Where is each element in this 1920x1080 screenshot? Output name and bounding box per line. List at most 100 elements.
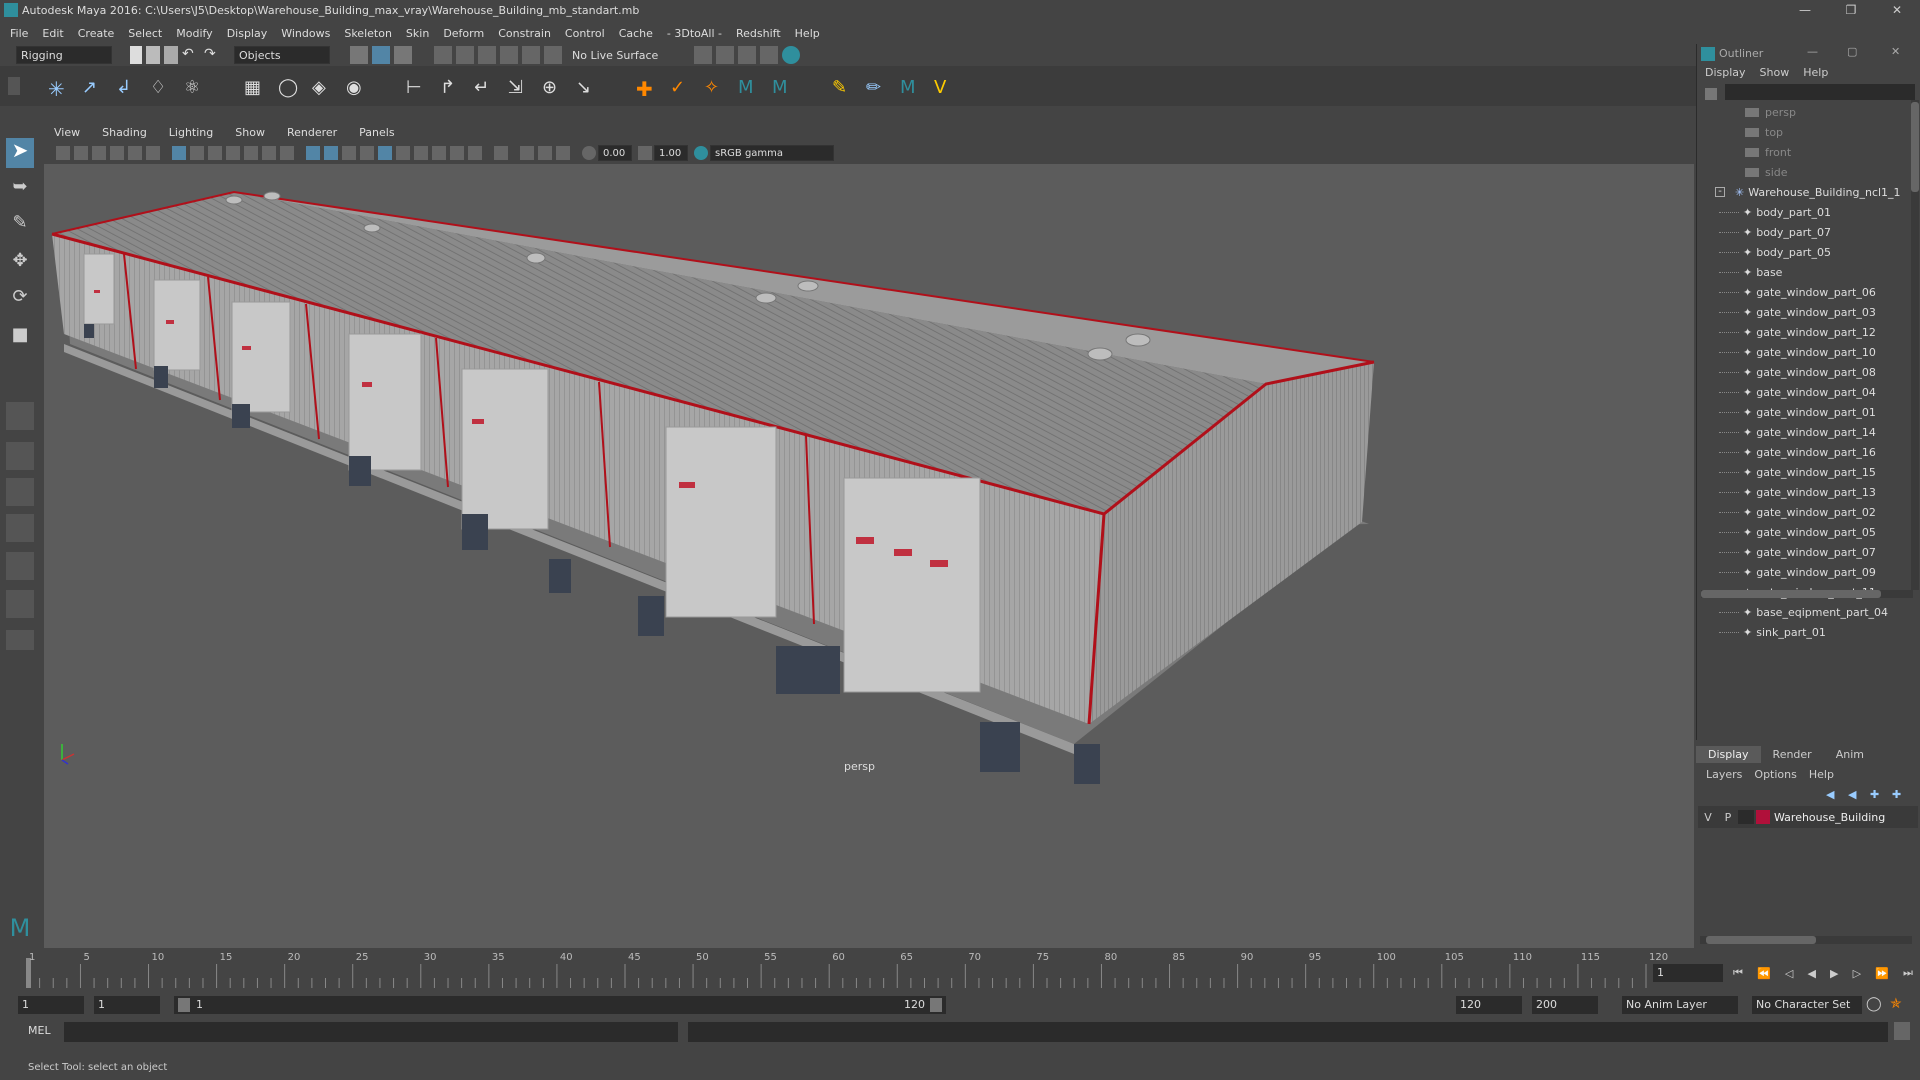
menu-cache[interactable]: Cache bbox=[619, 27, 653, 40]
vp-menu-renderer[interactable]: Renderer bbox=[287, 126, 337, 139]
range-end-handle[interactable] bbox=[930, 998, 942, 1012]
lattice-icon[interactable]: ▦ bbox=[244, 77, 262, 98]
time-slider[interactable]: 1 5 10 15 20 25 30 35 40 45 50 55 60 65 70 75 80 85 90 95 10… bbox=[0, 948, 1668, 992]
outliner-mesh-item[interactable]: ✦ gate_window_part_16 bbox=[1697, 442, 1907, 462]
anim-layer-dropdown[interactable]: No Anim Layer bbox=[1622, 996, 1738, 1014]
menu-windows[interactable]: Windows bbox=[281, 27, 330, 40]
outliner-menu-display[interactable]: Display bbox=[1705, 66, 1746, 79]
outliner-mesh-item[interactable]: ✦ body_part_07 bbox=[1697, 222, 1907, 242]
outliner-mesh-item[interactable]: ✦ gate_window_part_15 bbox=[1697, 462, 1907, 482]
menu-skeleton[interactable]: Skeleton bbox=[344, 27, 392, 40]
ik-spline-icon[interactable]: ↲ bbox=[116, 77, 134, 98]
mode-dropdown[interactable]: Rigging bbox=[16, 46, 112, 64]
playback-end-field[interactable]: 120 bbox=[1456, 996, 1522, 1014]
layout-more-icon[interactable] bbox=[6, 630, 34, 650]
snap-curve-icon[interactable] bbox=[456, 46, 474, 64]
step-forward-key-icon[interactable]: ⏩ bbox=[1875, 967, 1889, 980]
outliner-mesh-item[interactable]: ✦ gate_window_part_04 bbox=[1697, 382, 1907, 402]
camera-select-icon[interactable] bbox=[56, 146, 70, 160]
go-to-end-icon[interactable]: ⏭ bbox=[1903, 966, 1913, 980]
go-to-start-icon[interactable]: ⏮ bbox=[1733, 966, 1743, 980]
layout-outliner-icon[interactable] bbox=[6, 590, 34, 618]
step-back-key-icon[interactable]: ⏪ bbox=[1757, 967, 1771, 980]
maximize-icon[interactable]: ❐ bbox=[1828, 0, 1874, 20]
range-bar[interactable]: 1 120 bbox=[174, 996, 946, 1014]
render-view-icon[interactable] bbox=[760, 46, 779, 64]
bind-skin-icon[interactable]: ♢ bbox=[150, 77, 168, 98]
snap-magnet-icon[interactable] bbox=[544, 46, 562, 64]
outliner-menu-show[interactable]: Show bbox=[1760, 66, 1790, 79]
vp-menu-shading[interactable]: Shading bbox=[102, 126, 147, 139]
two-d-pan-icon[interactable] bbox=[128, 146, 142, 160]
anim-end-field[interactable]: 200 bbox=[1532, 996, 1598, 1014]
menu-create[interactable]: Create bbox=[78, 27, 115, 40]
outliner-maximize-icon[interactable]: ▢ bbox=[1847, 45, 1857, 58]
maya-m-icon[interactable]: M bbox=[738, 77, 756, 98]
layout-hypershade-icon[interactable] bbox=[6, 552, 34, 580]
layer-name[interactable]: Warehouse_Building bbox=[1774, 811, 1885, 824]
menu-deform[interactable]: Deform bbox=[443, 27, 484, 40]
smooth-bind-icon[interactable]: ⚛ bbox=[184, 77, 202, 98]
mel-label[interactable]: MEL bbox=[28, 1024, 51, 1037]
vp-menu-panels[interactable]: Panels bbox=[359, 126, 394, 139]
safe-action-icon[interactable] bbox=[262, 146, 276, 160]
snap-view-icon[interactable] bbox=[500, 46, 518, 64]
open-scene-icon[interactable] bbox=[146, 46, 160, 64]
resolution-gate-icon[interactable] bbox=[208, 146, 222, 160]
layer-playback-toggle[interactable]: P bbox=[1718, 811, 1738, 824]
outliner-menu-help[interactable]: Help bbox=[1803, 66, 1828, 79]
auto-key-icon[interactable]: ◯ bbox=[1866, 996, 1882, 1012]
layer-visibility-toggle[interactable]: V bbox=[1698, 811, 1718, 824]
default-material-icon[interactable] bbox=[342, 146, 356, 160]
parent-constraint-icon[interactable]: ⊕ bbox=[542, 77, 560, 98]
gate-mask-icon[interactable] bbox=[226, 146, 240, 160]
outliner-mesh-item[interactable]: ✦ body_part_05 bbox=[1697, 242, 1907, 262]
outliner-root-item[interactable]: - ✳ Warehouse_Building_ncl1_1 bbox=[1697, 182, 1907, 202]
render-settings-icon[interactable] bbox=[694, 46, 713, 64]
gamma-field[interactable]: 1.00 bbox=[654, 145, 688, 161]
mel-input[interactable] bbox=[64, 1022, 678, 1042]
menu-3dtoall[interactable]: - 3DtoAll - bbox=[667, 27, 722, 40]
ao-icon[interactable] bbox=[414, 146, 428, 160]
smooth-shade-icon[interactable] bbox=[324, 146, 338, 160]
sculpt-icon[interactable]: ◈ bbox=[312, 77, 330, 98]
layer-row[interactable]: V P Warehouse_Building bbox=[1698, 806, 1918, 828]
layout-graph-icon[interactable] bbox=[6, 514, 34, 542]
image-plane-icon[interactable] bbox=[110, 146, 124, 160]
menu-file[interactable]: File bbox=[10, 27, 28, 40]
cluster-icon[interactable]: ◯ bbox=[278, 77, 298, 98]
snap-point-icon[interactable] bbox=[478, 46, 496, 64]
play-backward-icon[interactable]: ◀ bbox=[1807, 967, 1815, 980]
color-management-icon[interactable] bbox=[694, 146, 708, 160]
motion-blur-icon[interactable] bbox=[432, 146, 446, 160]
wireframe-icon[interactable] bbox=[306, 146, 320, 160]
outliner-mesh-item[interactable]: ✦ gate_window_part_12 bbox=[1697, 322, 1907, 342]
xray-icon[interactable] bbox=[520, 146, 534, 160]
hik-icon[interactable]: ✓ bbox=[670, 77, 688, 98]
antialias-icon[interactable] bbox=[450, 146, 464, 160]
exposure-field[interactable]: 0.00 bbox=[598, 145, 632, 161]
anim-prefs-icon[interactable]: ✯ bbox=[1890, 996, 1902, 1012]
range-start-handle[interactable] bbox=[178, 998, 190, 1012]
outliner-hscrollbar[interactable] bbox=[1701, 590, 1913, 598]
shelf-menu-icon[interactable] bbox=[8, 77, 20, 95]
select-component-icon[interactable] bbox=[394, 46, 412, 64]
outliner-camera-item[interactable]: side bbox=[1697, 162, 1907, 182]
outliner-mesh-item[interactable]: ✦ sink_part_01 bbox=[1697, 622, 1907, 642]
anim-start-field[interactable]: 1 bbox=[18, 996, 84, 1014]
play-forward-icon[interactable]: ▶ bbox=[1830, 967, 1838, 980]
step-back-frame-icon[interactable]: ◁ bbox=[1785, 967, 1793, 980]
playback-start-field[interactable]: 1 bbox=[94, 996, 160, 1014]
select-tool-icon[interactable]: ➤ bbox=[6, 138, 34, 168]
outliner-mesh-item[interactable]: ✦ gate_window_part_13 bbox=[1697, 482, 1907, 502]
outliner-mesh-item[interactable]: ✦ gate_window_part_03 bbox=[1697, 302, 1907, 322]
layer-color-swatch[interactable] bbox=[1756, 810, 1770, 824]
ipr-render-icon[interactable] bbox=[738, 46, 757, 64]
rotate-tool-icon[interactable]: ⟳ bbox=[6, 286, 34, 316]
field-chart-icon[interactable] bbox=[244, 146, 258, 160]
color-space-dropdown[interactable]: sRGB gamma bbox=[710, 145, 834, 161]
xray-joints-icon[interactable] bbox=[556, 146, 570, 160]
maya-m2-icon[interactable]: M bbox=[772, 77, 790, 98]
menu-help[interactable]: Help bbox=[795, 27, 820, 40]
exposure-icon[interactable] bbox=[582, 146, 596, 160]
